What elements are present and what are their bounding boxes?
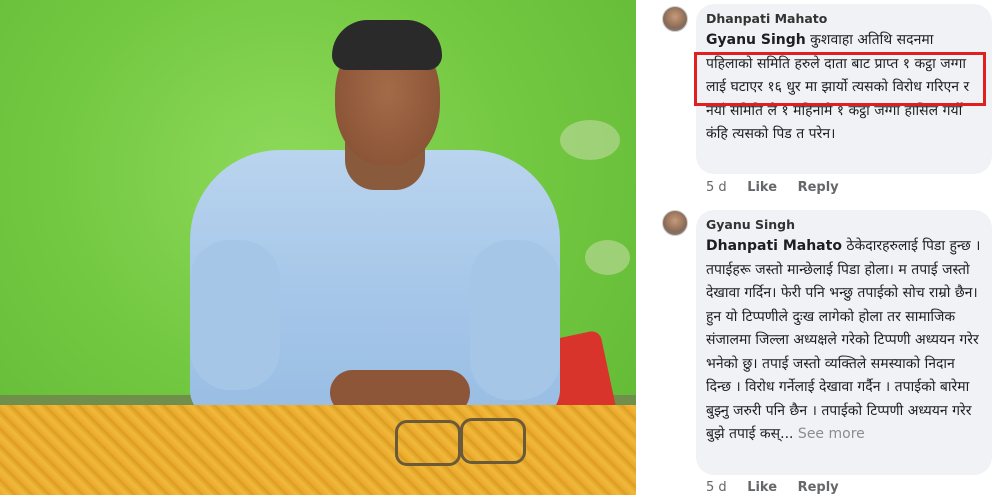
reply-button[interactable]: Reply [798,480,839,495]
comment-author[interactable]: Dhanpati Mahato [706,11,982,27]
comment-body: कुशवाहा अतिथि सदनमा पहिलाको समिति हरुले … [706,32,970,142]
comment-time[interactable]: 5 d [706,480,727,495]
eyeglasses [395,420,461,466]
comment-bubble: Dhanpati Mahato Gyanu Singh कुशवाहा अतिथ… [696,4,992,174]
avatar[interactable] [662,6,688,32]
mention-link[interactable]: Gyanu Singh [706,32,806,48]
avatar[interactable] [662,210,688,236]
comment-actions: 5 d Like Reply [706,480,855,495]
like-button[interactable]: Like [747,180,777,195]
wall-stain [560,120,620,160]
like-button[interactable]: Like [747,480,777,495]
see-more-link[interactable]: See more [793,426,865,442]
comment-text: Gyanu Singh कुशवाहा अतिथि सदनमा पहिलाको … [706,29,982,147]
reply-button[interactable]: Reply [798,180,839,195]
hair [332,20,442,70]
comment-body: ठेकेदारहरुलाई पिडा हुन्छ ।तपाईहरू जस्तो … [706,238,981,442]
comment-actions: 5 d Like Reply [706,180,855,195]
table-cloth [0,405,636,495]
wall-stain [585,240,630,275]
mention-link[interactable]: Dhanpati Mahato [706,238,842,254]
comment-author[interactable]: Gyanu Singh [706,217,982,233]
person-photo [0,0,636,495]
comment-bubble: Gyanu Singh Dhanpati Mahato ठेकेदारहरुला… [696,210,992,475]
comment-text: Dhanpati Mahato ठेकेदारहरुलाई पिडा हुन्छ… [706,235,982,447]
shirt-sleeve [470,240,560,400]
comment-time[interactable]: 5 d [706,180,727,195]
shirt-sleeve [190,240,280,390]
comment-thread: Dhanpati Mahato Gyanu Singh कुशवाहा अतिथ… [636,0,1002,495]
eyeglasses [460,418,526,464]
